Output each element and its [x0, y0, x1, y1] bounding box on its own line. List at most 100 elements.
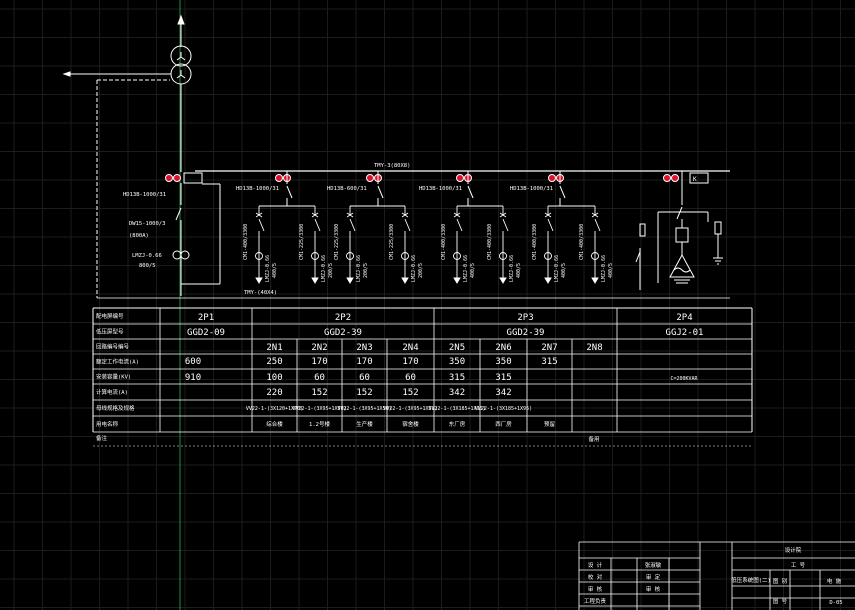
title-signer: 张淑敏	[645, 561, 662, 569]
feeder-ct-label: LMZJ-0.66	[509, 255, 515, 282]
indicator-light	[275, 174, 283, 182]
circuit-current: 250	[266, 357, 282, 367]
title-field: D-05	[829, 600, 842, 606]
panel-breaker-label: HD13B-600/31	[327, 186, 367, 192]
circuit-number: 2N3	[356, 343, 372, 353]
usage-name: 1.2号楼	[309, 420, 330, 428]
circuit-number: 2N7	[541, 343, 557, 353]
busbar-label: TMY-3(80X8)	[374, 163, 410, 169]
feeder-ct-label: LMZJ-0.66	[265, 255, 271, 282]
breaker-contact	[559, 185, 566, 199]
feeder-ct-ratio: 200/5	[328, 263, 334, 278]
panel-breaker-label: HD13B-1000/31	[510, 186, 553, 192]
feeder-arrow	[311, 277, 319, 284]
feeder-arrow	[544, 277, 552, 284]
title-field: 电 施	[827, 577, 842, 585]
title-signer: 审 定	[646, 573, 661, 581]
calc-current: 152	[356, 388, 372, 398]
feeder-switch-label: CM1-225/3300	[334, 224, 340, 260]
row-label: 母线规格及规格	[96, 404, 135, 412]
usage-name: 预留	[544, 420, 556, 428]
circuit-number: 2N1	[266, 343, 282, 353]
title-row-label: 校 对	[588, 573, 603, 581]
feeder-circuit	[544, 206, 554, 284]
calc-current: 152	[402, 388, 418, 398]
single-line-diagram: TMY-3(80X8) HD13B-1000/31 DW15-1000/3 (8…	[62, 0, 855, 610]
circuit-capacity: 60	[405, 373, 416, 383]
row-label: 计算电流(A)	[96, 388, 128, 396]
row-label: 备注	[96, 434, 108, 442]
breaker-contact	[377, 185, 384, 199]
feeder-arrow	[499, 277, 507, 284]
feeder-ct-label: LMZJ-0.66	[356, 255, 362, 282]
feeder-circuit	[346, 206, 356, 284]
cable-spec: VV22-1-(3X185+1X95)	[475, 406, 532, 412]
panel-model: GGD2-09	[187, 328, 225, 338]
feeder-circuit	[401, 206, 411, 284]
feeder-switch-label: CM1-400/3300	[243, 224, 249, 260]
incoming-section	[165, 172, 221, 296]
panel-number: 2P1	[198, 313, 214, 323]
circuit-current: 170	[311, 357, 327, 367]
feeder-arrow	[401, 277, 409, 284]
circuit-capacity: 60	[314, 373, 325, 383]
title-row-label: 工程负责	[584, 597, 607, 605]
switch-contact	[258, 218, 265, 232]
circuit-number: 2N4	[402, 343, 418, 353]
panel-number: 2P3	[517, 313, 533, 323]
feeder-circuit	[255, 206, 265, 284]
switch-contact	[456, 218, 463, 232]
feeder-ct-ratio: 400/5	[561, 263, 567, 278]
feeder-arrow	[346, 277, 354, 284]
calc-current: 342	[495, 388, 511, 398]
usage-name: 综合楼	[266, 420, 283, 428]
company-name: 设计院	[785, 546, 802, 554]
breaker-contact	[286, 185, 293, 199]
circuit-number: 2N2	[311, 343, 327, 353]
feeder-switch-label: CM1-400/3300	[441, 224, 447, 260]
feeder-ct-label: LMZJ-0.66	[321, 255, 327, 282]
panel-number: 2P4	[676, 313, 692, 323]
circuit-number: 2N5	[449, 343, 465, 353]
cad-canvas[interactable]: TMY-3(80X8) HD13B-1000/31 DW15-1000/3 (8…	[0, 0, 855, 610]
incoming-ct-ratio: 800/5	[139, 263, 156, 269]
indicator-light	[548, 174, 556, 182]
usage-name: 生产楼	[356, 420, 373, 428]
panel-breaker-label: HD13B-1000/31	[236, 186, 279, 192]
row-label: 配电屏编号	[96, 312, 124, 320]
circuit-number: 2N8	[586, 343, 602, 353]
switch-contact	[547, 218, 554, 232]
panel-number: 2P2	[335, 313, 351, 323]
feeder-arrow	[591, 277, 599, 284]
circuit-current: 170	[356, 357, 372, 367]
feeder-arrow	[255, 277, 263, 284]
panel-breaker	[366, 171, 384, 206]
feeder-ct-ratio: 400/5	[272, 263, 278, 278]
feeder-ct-label: LMZJ-0.66	[411, 255, 417, 282]
feeder-switch-label: CM1-400/3300	[487, 224, 493, 260]
circuit-current: 350	[495, 357, 511, 367]
title-field: 图 号	[773, 597, 788, 605]
panel-4-usage: 备用	[588, 435, 599, 443]
circuit-number: 2N6	[495, 343, 511, 353]
feeder-switch-label: CM1-225/3300	[389, 224, 395, 260]
indicator-light	[456, 174, 464, 182]
calc-current: 220	[266, 388, 282, 398]
panel-model: GGD2-39	[507, 328, 545, 338]
feeder-ct-label: LMZJ-0.66	[463, 255, 469, 282]
breaker-contact	[467, 185, 474, 199]
feeder-ct-ratio: 400/5	[470, 263, 476, 278]
row-label: 额定工作电流(A)	[96, 358, 139, 366]
title-field: 图 别	[773, 577, 787, 585]
bottom-busbar-label: TMY-(40X4)	[244, 290, 277, 296]
feeder-switch-label: CM1-400/3300	[579, 224, 585, 260]
indicator-light	[366, 174, 374, 182]
circuit-capacity: 315	[495, 373, 511, 383]
incoming-capacity: 910	[185, 373, 201, 383]
panel-model: GGD2-39	[324, 328, 362, 338]
feeder-arrow	[453, 277, 461, 284]
panel-breaker-label: HD13B-1000/31	[419, 186, 462, 192]
feeder-ct-label: LMZJ-0.66	[554, 255, 560, 282]
incoming-current: 600	[185, 357, 201, 367]
switch-contact	[502, 218, 509, 232]
